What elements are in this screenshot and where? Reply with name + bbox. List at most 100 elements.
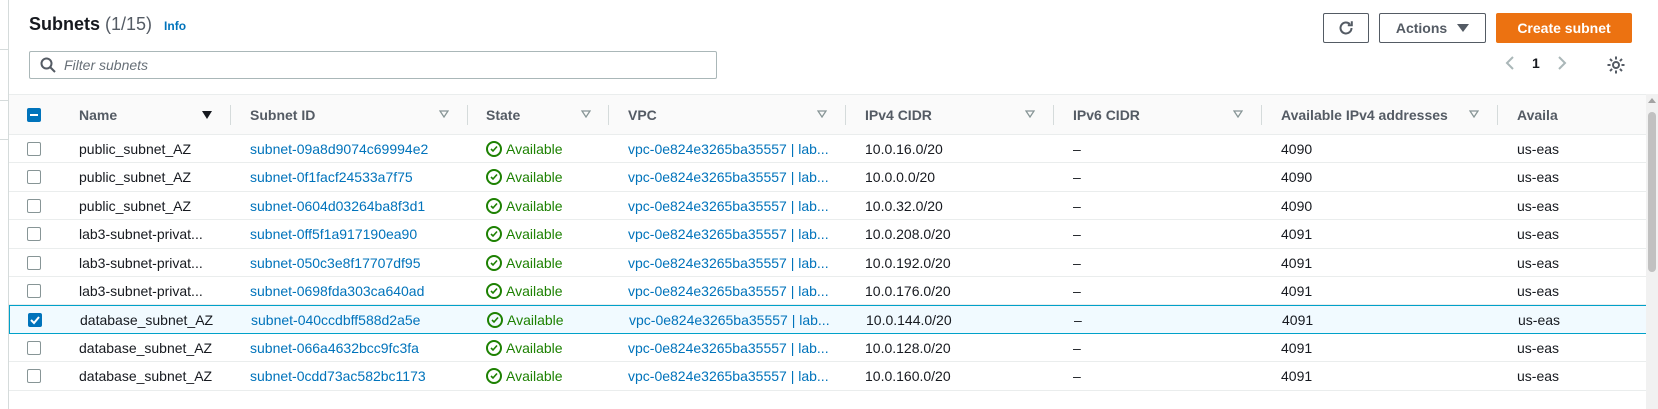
- cell-subnet-id-text[interactable]: subnet-0ff5f1a917190ea90: [250, 226, 417, 242]
- refresh-button[interactable]: [1323, 13, 1369, 43]
- cell-ipv4-cidr: 10.0.16.0/20: [865, 135, 1050, 163]
- table-row[interactable]: public_subnet_AZ subnet-0f1facf24533a7f75…: [9, 163, 1658, 192]
- table-row[interactable]: public_subnet_AZ subnet-09a8d9074c69994e2…: [9, 135, 1658, 164]
- status-badge: Available: [487, 312, 564, 329]
- cell-availability-zone-text: us-eas: [1518, 312, 1561, 329]
- cell-select: [27, 163, 59, 191]
- search-input[interactable]: [64, 57, 664, 73]
- cell-vpc: vpc-0e824e3265ba35557 | lab...: [628, 334, 843, 362]
- vertical-scrollbar[interactable]: [1646, 94, 1658, 409]
- cell-state: Available: [486, 192, 606, 220]
- table-row[interactable]: lab3-subnet-privat... subnet-050c3e8f1770…: [9, 249, 1658, 277]
- column-header-vpc[interactable]: VPC: [609, 95, 846, 135]
- cell-subnet-id-text[interactable]: subnet-0cdd73ac582bc1173: [250, 368, 426, 384]
- info-link[interactable]: Info: [164, 19, 186, 33]
- column-header-available-ipv4[interactable]: Available IPv4 addresses: [1262, 95, 1498, 135]
- create-subnet-button[interactable]: Create subnet: [1496, 13, 1632, 43]
- table-row[interactable]: lab3-subnet-privat... subnet-0698fda303ca…: [9, 277, 1658, 306]
- cell-available-ipv4: 4091: [1281, 334, 1496, 362]
- cell-vpc-text[interactable]: vpc-0e824e3265ba35557 | lab...: [628, 283, 829, 299]
- table-row[interactable]: lab3-subnet-privat... subnet-0ff5f1a91719…: [9, 220, 1658, 249]
- cell-name-text: database_subnet_AZ: [79, 368, 213, 385]
- table-row[interactable]: public_subnet_AZ subnet-0604d03264ba8f3d1…: [9, 192, 1658, 221]
- row-checkbox[interactable]: [27, 340, 41, 355]
- cell-ipv4-cidr: 10.0.160.0/20: [865, 362, 1050, 390]
- cell-vpc-text[interactable]: vpc-0e824e3265ba35557 | lab...: [628, 340, 829, 356]
- column-header-state[interactable]: State: [468, 95, 609, 135]
- scroll-up-arrow-icon[interactable]: [1648, 98, 1656, 103]
- cell-ipv4-cidr-text: 10.0.144.0/20: [866, 312, 952, 329]
- cell-vpc: vpc-0e824e3265ba35557 | lab...: [628, 135, 843, 163]
- cell-select: [27, 249, 59, 277]
- cell-name-text: database_subnet_AZ: [80, 312, 214, 329]
- cell-subnet-id-text[interactable]: subnet-0698fda303ca640ad: [250, 283, 424, 299]
- cell-ipv6-cidr-text: –: [1073, 368, 1081, 385]
- cell-subnet-id-text[interactable]: subnet-066a4632bcc9fc3fa: [250, 340, 419, 356]
- chevron-left-icon[interactable]: [1504, 55, 1516, 71]
- cell-availability-zone: us-eas: [1517, 277, 1645, 305]
- cell-vpc: vpc-0e824e3265ba35557 | lab...: [628, 192, 843, 220]
- table-row[interactable]: database_subnet_AZ subnet-066a4632bcc9fc3…: [9, 334, 1658, 363]
- column-label: State: [486, 107, 521, 123]
- cell-available-ipv4: 4090: [1281, 135, 1496, 163]
- cell-vpc-text[interactable]: vpc-0e824e3265ba35557 | lab...: [628, 169, 829, 185]
- select-all-checkbox[interactable]: [27, 108, 41, 122]
- column-header-ipv4-cidr[interactable]: IPv4 CIDR: [846, 95, 1054, 135]
- column-header-ipv6-cidr[interactable]: IPv6 CIDR: [1054, 95, 1262, 135]
- cell-state: Available: [486, 163, 606, 191]
- cell-name: lab3-subnet-privat...: [79, 249, 229, 277]
- cell-subnet-id-text[interactable]: subnet-09a8d9074c69994e2: [250, 141, 428, 157]
- check-circle-icon: [487, 312, 503, 329]
- row-checkbox[interactable]: [27, 369, 41, 384]
- sort-icon: [1469, 110, 1479, 118]
- cell-availability-zone-text: us-eas: [1517, 141, 1560, 157]
- cell-ipv4-cidr: 10.0.208.0/20: [865, 220, 1050, 248]
- cell-ipv4-cidr-text: 10.0.32.0/20: [865, 197, 943, 214]
- cell-ipv6-cidr-text: –: [1073, 169, 1081, 186]
- check-circle-icon: [486, 368, 502, 385]
- row-checkbox[interactable]: [27, 255, 41, 270]
- cell-subnet-id-text[interactable]: subnet-040ccdbff588d2a5e: [251, 312, 420, 328]
- cell-vpc: vpc-0e824e3265ba35557 | lab...: [628, 362, 843, 390]
- column-header-subnet-id[interactable]: Subnet ID: [231, 95, 468, 135]
- actions-button[interactable]: Actions: [1379, 13, 1486, 43]
- cell-ipv4-cidr: 10.0.32.0/20: [865, 192, 1050, 220]
- check-circle-icon: [486, 226, 502, 243]
- table-row[interactable]: database_subnet_AZ subnet-0cdd73ac582bc11…: [9, 362, 1658, 391]
- status-badge: Available: [486, 282, 563, 299]
- row-checkbox[interactable]: [28, 313, 42, 328]
- cell-vpc-text[interactable]: vpc-0e824e3265ba35557 | lab...: [628, 141, 829, 157]
- cell-vpc-text[interactable]: vpc-0e824e3265ba35557 | lab...: [629, 312, 830, 328]
- cell-ipv6-cidr: –: [1073, 334, 1258, 362]
- row-checkbox[interactable]: [27, 283, 41, 298]
- page-number[interactable]: 1: [1532, 55, 1540, 71]
- status-text: Available: [506, 141, 563, 157]
- cell-name: lab3-subnet-privat...: [79, 220, 229, 248]
- cell-vpc-text[interactable]: vpc-0e824e3265ba35557 | lab...: [628, 368, 829, 384]
- cell-name-text: lab3-subnet-privat...: [79, 226, 203, 243]
- chevron-right-icon[interactable]: [1556, 55, 1568, 71]
- cell-availability-zone-text: us-eas: [1517, 197, 1560, 214]
- row-checkbox[interactable]: [27, 142, 41, 156]
- cell-subnet-id-text[interactable]: subnet-0604d03264ba8f3d1: [250, 198, 425, 214]
- actions-label: Actions: [1395, 20, 1448, 36]
- cell-vpc: vpc-0e824e3265ba35557 | lab...: [628, 277, 843, 305]
- gear-icon[interactable]: [1606, 55, 1626, 75]
- column-label: Subnet ID: [250, 107, 316, 123]
- column-header-availability-zone[interactable]: Availa: [1498, 95, 1646, 135]
- cell-vpc-text[interactable]: vpc-0e824e3265ba35557 | lab...: [628, 255, 829, 271]
- row-checkbox[interactable]: [27, 170, 41, 185]
- cell-vpc-text[interactable]: vpc-0e824e3265ba35557 | lab...: [628, 226, 829, 242]
- column-header-name[interactable]: Name: [61, 95, 231, 135]
- cell-vpc: vpc-0e824e3265ba35557 | lab...: [628, 220, 843, 248]
- row-checkbox[interactable]: [27, 227, 41, 242]
- cell-vpc-text[interactable]: vpc-0e824e3265ba35557 | lab...: [628, 198, 829, 214]
- row-checkbox[interactable]: [27, 198, 41, 213]
- subnets-panel: Subnets (1/15) Info Actions Create subne…: [9, 0, 1658, 409]
- cell-subnet-id-text[interactable]: subnet-0f1facf24533a7f75: [250, 169, 413, 185]
- column-label: IPv4 CIDR: [865, 107, 932, 123]
- table-row[interactable]: database_subnet_AZ subnet-040ccdbff588d2a…: [9, 305, 1658, 334]
- scrollbar-thumb[interactable]: [1648, 112, 1656, 272]
- cell-ipv6-cidr: –: [1073, 220, 1258, 248]
- cell-subnet-id-text[interactable]: subnet-050c3e8f17707df95: [250, 255, 420, 271]
